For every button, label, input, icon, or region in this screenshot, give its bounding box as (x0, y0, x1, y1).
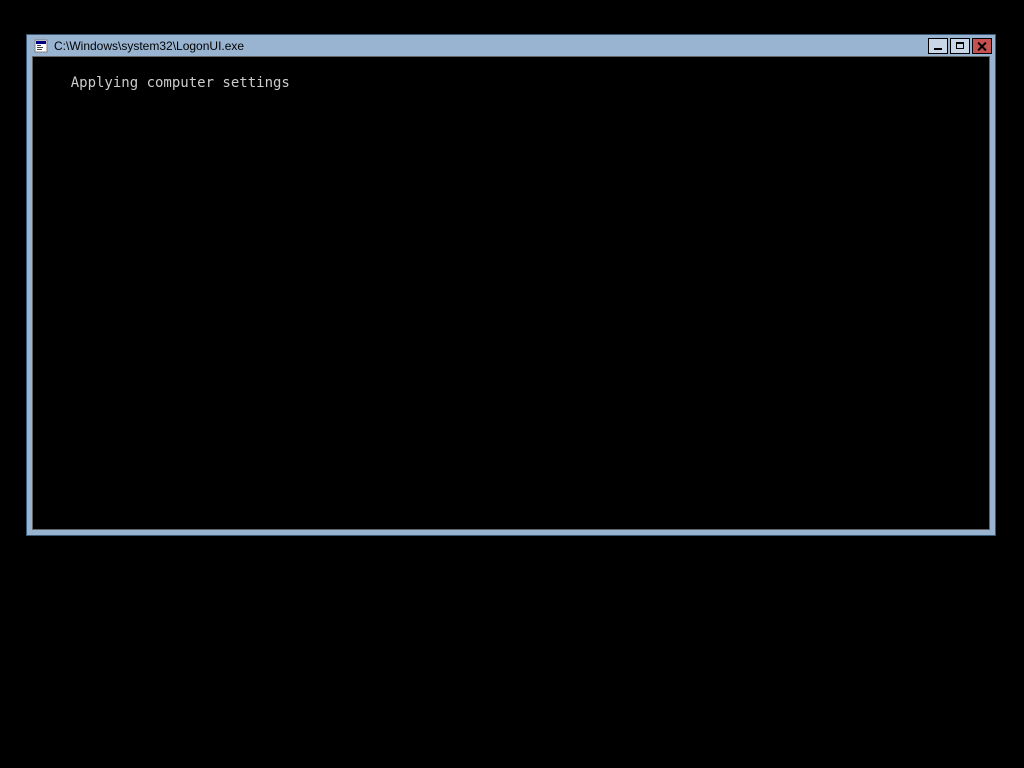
console-output[interactable]: Applying computer settings (32, 56, 990, 530)
window-title: C:\Windows\system32\LogonUI.exe (54, 39, 928, 53)
minimize-icon (934, 48, 942, 50)
window-controls (928, 38, 992, 54)
console-text: Applying computer settings (71, 75, 290, 91)
close-icon (977, 41, 987, 51)
app-icon (33, 38, 49, 54)
maximize-icon (956, 42, 964, 49)
close-button[interactable] (972, 38, 992, 54)
minimize-button[interactable] (928, 38, 948, 54)
console-window: C:\Windows\system32\LogonUI.exe Applying… (26, 34, 996, 536)
titlebar[interactable]: C:\Windows\system32\LogonUI.exe (27, 35, 995, 56)
maximize-button[interactable] (950, 38, 970, 54)
